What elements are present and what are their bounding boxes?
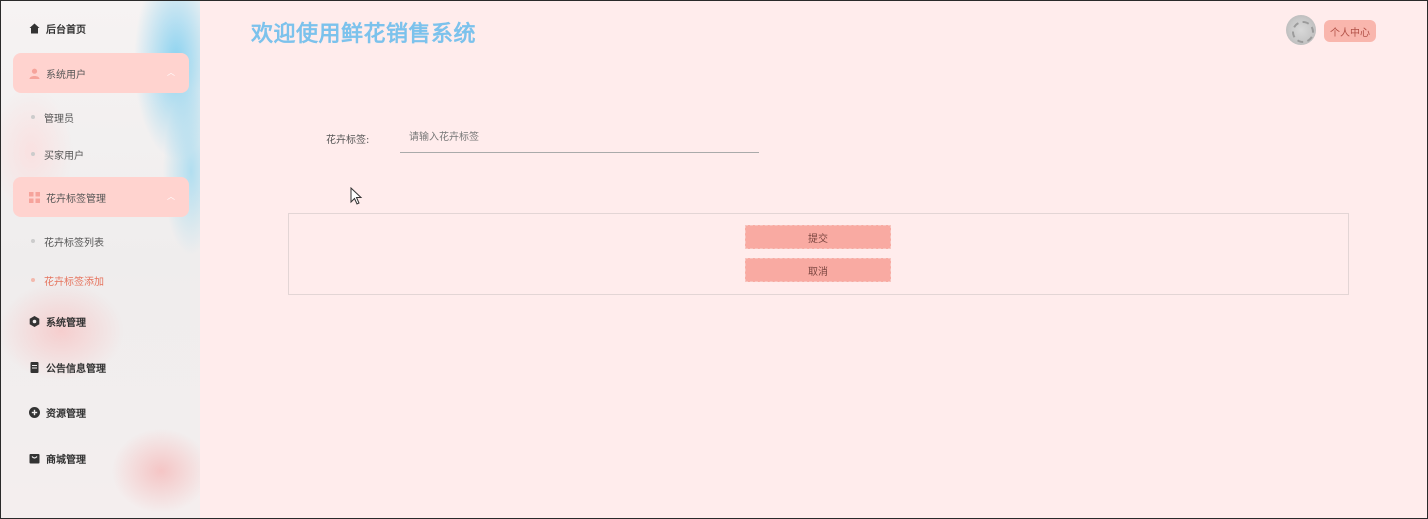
mouse-cursor-icon <box>350 187 363 205</box>
chevron-up-icon: ︿ <box>167 68 175 77</box>
avatar[interactable] <box>1286 15 1316 45</box>
bullet-icon <box>31 152 35 156</box>
sidebar-item-flower-tags[interactable]: 花卉标签管理 ︿ <box>13 177 189 217</box>
document-icon <box>29 361 40 373</box>
sidebar-item-resources[interactable]: 资源管理 <box>13 392 189 432</box>
sidebar-subitem-label: 花卉标签添加 <box>44 276 104 288</box>
sidebar-item-label: 系统用户 <box>46 69 86 81</box>
bullet-icon <box>31 278 35 282</box>
sidebar-item-system-users[interactable]: 系统用户 ︿ <box>13 53 189 93</box>
sidebar-item-label: 后台首页 <box>46 24 86 36</box>
home-icon <box>29 23 40 34</box>
sidebar-item-label: 花卉标签管理 <box>46 193 106 205</box>
sidebar-item-label: 公告信息管理 <box>46 363 106 375</box>
plus-circle-icon <box>29 406 40 418</box>
sidebar-subitem-flower-tag-add[interactable]: 花卉标签添加 <box>31 270 104 290</box>
sidebar-subitem-label: 花卉标签列表 <box>44 237 104 249</box>
sidebar-item-announcements[interactable]: 公告信息管理 <box>13 347 189 387</box>
sidebar: 后台首页 系统用户 ︿ 管理员 买家用户 花卉标签管理 ︿ 花卉标签列表 花卉标… <box>1 1 200 518</box>
flower-tag-label: 花卉标签: <box>326 135 370 146</box>
gear-icon <box>29 315 40 327</box>
sidebar-subitem-label: 管理员 <box>44 113 74 125</box>
shop-icon <box>29 453 40 464</box>
sidebar-item-system-management[interactable]: 系统管理 <box>13 301 189 341</box>
flower-tag-input[interactable] <box>400 123 759 153</box>
chevron-up-icon: ︿ <box>167 192 175 201</box>
user-icon <box>29 68 40 79</box>
bullet-icon <box>31 115 35 119</box>
sidebar-item-mall[interactable]: 商城管理 <box>13 438 189 478</box>
sidebar-item-home[interactable]: 后台首页 <box>13 8 189 48</box>
sidebar-subitem-admin[interactable]: 管理员 <box>31 107 74 127</box>
submit-button[interactable]: 提交 <box>745 225 891 249</box>
app-window: 后台首页 系统用户 ︿ 管理员 买家用户 花卉标签管理 ︿ 花卉标签列表 花卉标… <box>1 1 1427 518</box>
personal-center-button[interactable]: 个人中心 <box>1324 20 1376 42</box>
bullet-icon <box>31 239 35 243</box>
sidebar-item-label: 商城管理 <box>46 454 86 466</box>
sidebar-item-label: 资源管理 <box>46 408 86 420</box>
cancel-button[interactable]: 取消 <box>745 258 891 282</box>
sidebar-subitem-buyer-users[interactable]: 买家用户 <box>31 144 84 164</box>
sidebar-subitem-label: 买家用户 <box>44 150 84 162</box>
page-title: 欢迎使用鲜花销售系统 <box>251 22 477 47</box>
grid-icon <box>29 191 40 203</box>
sidebar-item-label: 系统管理 <box>46 317 86 329</box>
sidebar-subitem-flower-tag-list[interactable]: 花卉标签列表 <box>31 231 104 251</box>
